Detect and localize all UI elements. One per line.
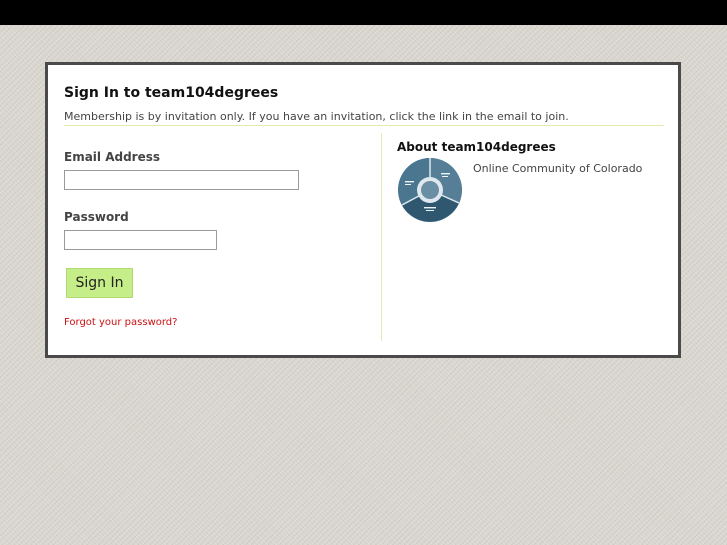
email-label: Email Address xyxy=(64,150,161,164)
top-bar xyxy=(0,0,727,25)
signin-card: Sign In to team104degrees Membership is … xyxy=(45,62,681,358)
email-field[interactable] xyxy=(64,170,299,190)
password-field[interactable] xyxy=(64,230,217,250)
password-label: Password xyxy=(64,210,129,224)
header-divider xyxy=(64,125,664,126)
forgot-password-link[interactable]: Forgot your password? xyxy=(64,317,177,328)
membership-note: Membership is by invitation only. If you… xyxy=(64,110,569,123)
sign-in-button[interactable]: Sign In xyxy=(66,268,133,298)
page-title: Sign In to team104degrees xyxy=(64,85,279,101)
community-logo-icon xyxy=(398,158,462,222)
about-title: About team104degrees xyxy=(397,140,556,154)
about-description: Online Community of Colorado xyxy=(473,162,643,175)
column-divider xyxy=(381,133,382,341)
